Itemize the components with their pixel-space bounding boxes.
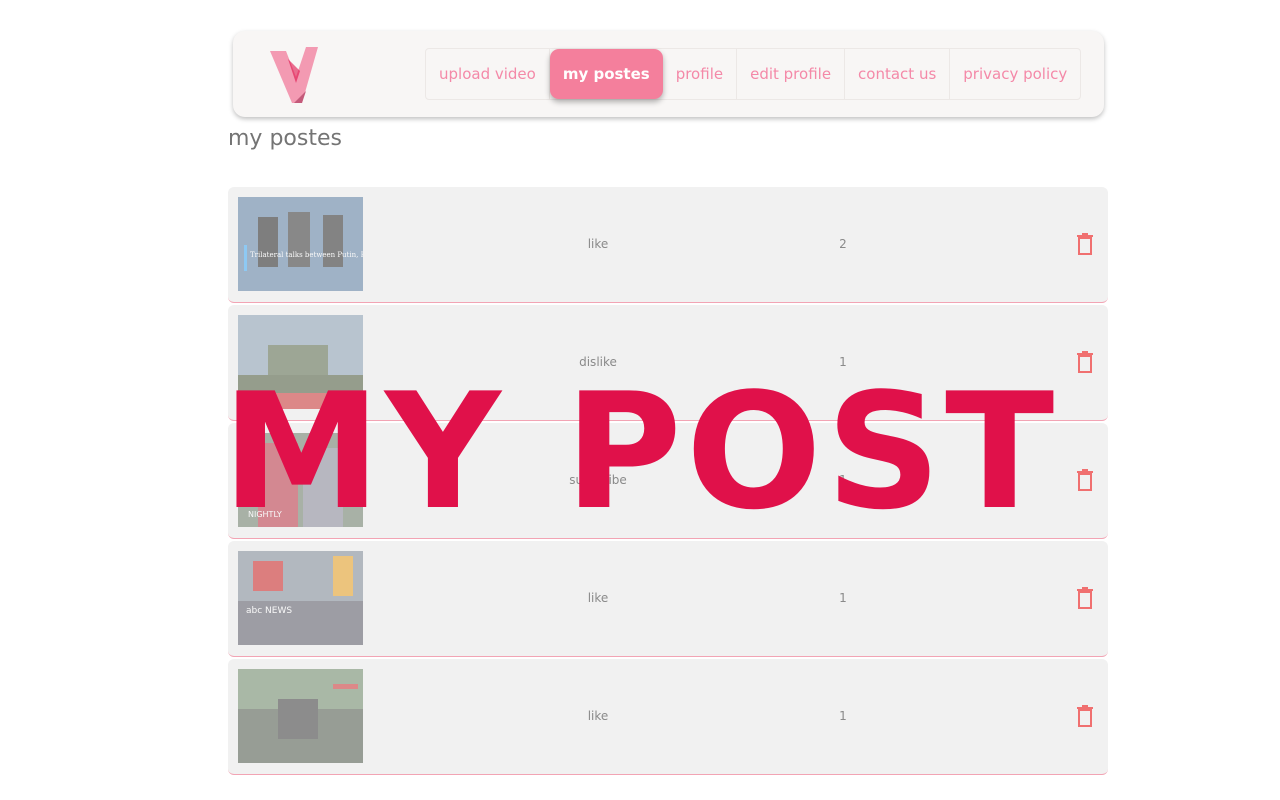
post-count: 1 [839, 473, 847, 487]
v-logo-icon[interactable] [266, 39, 326, 109]
thumbnail-caption: NIGHTLY [248, 510, 282, 519]
navbar: upload video my postes profile edit prof… [233, 31, 1104, 117]
post-row: abc NEWS like 1 [228, 541, 1108, 657]
nav-edit-profile[interactable]: edit profile [737, 49, 846, 99]
post-reaction: like [587, 237, 609, 251]
nav-contact-us[interactable]: contact us [845, 49, 951, 99]
post-reaction: subscribe [569, 473, 627, 487]
post-row: Trilateral talks between Putin, Raisi an… [228, 187, 1108, 303]
post-reaction: like [587, 591, 609, 605]
delete-trash-icon[interactable] [1076, 587, 1094, 609]
post-count: 1 [839, 591, 847, 605]
post-reaction: dislike [579, 355, 617, 369]
post-thumbnail[interactable]: Sun [238, 315, 363, 409]
post-thumbnail[interactable]: Trilateral talks between Putin, Raisi an… [238, 197, 363, 291]
post-reaction: like [587, 709, 609, 723]
post-row: like 1 [228, 659, 1108, 775]
delete-trash-icon[interactable] [1076, 469, 1094, 491]
post-thumbnail[interactable]: abc NEWS [238, 551, 363, 645]
post-thumbnail[interactable]: NIGHTLY [238, 433, 363, 527]
nav-my-postes[interactable]: my postes [549, 49, 663, 99]
page-title: my postes [228, 126, 342, 151]
post-count: 1 [839, 355, 847, 369]
nav-links: upload video my postes profile edit prof… [425, 48, 1082, 100]
thumbnail-caption: Sun [242, 394, 268, 408]
post-thumbnail[interactable] [238, 669, 363, 763]
nav-privacy-policy[interactable]: privacy policy [950, 49, 1080, 99]
nav-profile[interactable]: profile [663, 49, 738, 99]
post-row: Sun dislike 1 [228, 305, 1108, 421]
thumbnail-caption: Trilateral talks between Putin, Raisi an… [250, 251, 363, 259]
delete-trash-icon[interactable] [1076, 705, 1094, 727]
delete-trash-icon[interactable] [1076, 351, 1094, 373]
post-list: Trilateral talks between Putin, Raisi an… [228, 187, 1108, 777]
nav-upload-video[interactable]: upload video [426, 49, 550, 99]
post-count: 1 [839, 709, 847, 723]
post-row: NIGHTLY subscribe 1 [228, 423, 1108, 539]
delete-trash-icon[interactable] [1076, 233, 1094, 255]
thumbnail-caption: abc NEWS [246, 606, 292, 616]
post-count: 2 [839, 237, 847, 251]
